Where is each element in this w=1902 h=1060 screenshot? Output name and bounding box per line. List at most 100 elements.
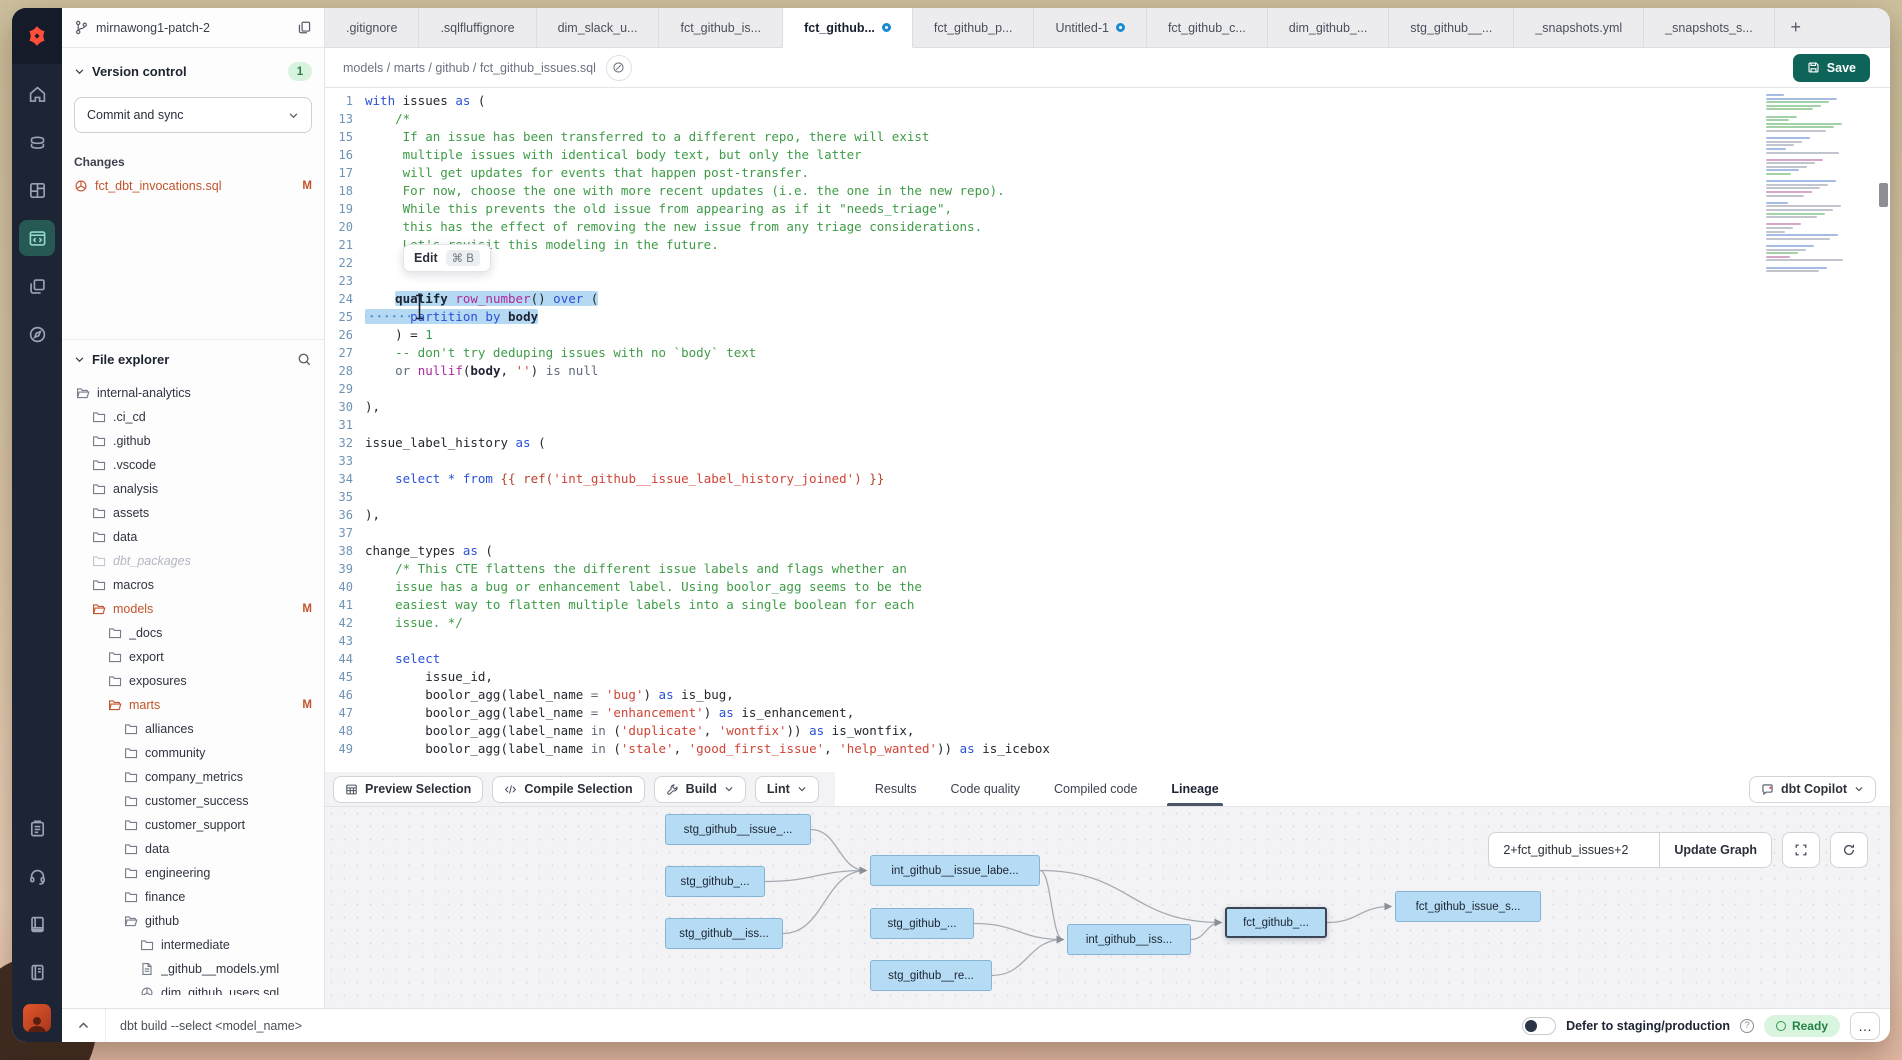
help-icon[interactable]: ? xyxy=(1740,1019,1754,1033)
compile-selection-button[interactable]: Compile Selection xyxy=(492,776,644,803)
editor-tab[interactable]: fct_github_c... xyxy=(1147,8,1268,47)
code-line[interactable]: 25 partition by body xyxy=(325,308,1890,326)
code-line[interactable]: 21 Let's revisit this modeling in the fu… xyxy=(325,236,1890,254)
code-line[interactable]: 30), xyxy=(325,398,1890,416)
code-line[interactable]: 32issue_label_history as ( xyxy=(325,434,1890,452)
editor-tab[interactable]: fct_github... xyxy=(783,8,913,48)
code-line[interactable]: 44 select xyxy=(325,650,1890,668)
status-badge[interactable]: Ready xyxy=(1764,1015,1840,1037)
file-tree-item[interactable]: github xyxy=(74,909,312,933)
search-icon[interactable] xyxy=(297,352,312,367)
result-tab[interactable]: Compiled code xyxy=(1054,772,1137,806)
file-tree-item[interactable]: finance xyxy=(74,885,312,909)
clipboard-icon[interactable] xyxy=(19,810,55,846)
breadcrumb[interactable]: models / marts / github / fct_github_iss… xyxy=(343,61,596,75)
windows-icon[interactable] xyxy=(19,268,55,304)
code-line[interactable]: 40 issue has a bug or enhancement label.… xyxy=(325,578,1890,596)
minimap[interactable] xyxy=(1766,94,1866,274)
lint-button[interactable]: Lint xyxy=(755,776,819,803)
compass-icon[interactable] xyxy=(19,316,55,352)
editor-tab[interactable]: fct_github_is... xyxy=(659,8,783,47)
file-tree-item[interactable]: dim_github_users.sql xyxy=(74,981,312,995)
code-line[interactable]: 1with issues as ( xyxy=(325,92,1890,110)
code-line[interactable]: 24 qualify row_number() over ( xyxy=(325,290,1890,308)
file-tree-item[interactable]: _docs xyxy=(74,621,312,645)
code-line[interactable]: 36), xyxy=(325,506,1890,524)
code-line[interactable]: 46 boolor_agg(label_name = 'bug') as is_… xyxy=(325,686,1890,704)
code-line[interactable]: 27 -- don't try deduping issues with no … xyxy=(325,344,1890,362)
editor-tab[interactable]: fct_github_p... xyxy=(913,8,1035,47)
new-tab-button[interactable]: + xyxy=(1775,8,1817,47)
code-line[interactable]: 29 xyxy=(325,380,1890,398)
file-tree-item[interactable]: dbt_packages xyxy=(74,549,312,573)
file-tree-item[interactable]: intermediate xyxy=(74,933,312,957)
file-tree-item[interactable]: macros xyxy=(74,573,312,597)
lineage-node[interactable]: fct_github_... xyxy=(1225,907,1327,938)
code-editor[interactable]: 1with issues as (13 /*15 If an issue has… xyxy=(325,88,1890,772)
dbt-logo[interactable] xyxy=(12,8,62,64)
code-line[interactable]: 23 xyxy=(325,272,1890,290)
file-tree-item[interactable]: .vscode xyxy=(74,453,312,477)
code-line[interactable]: 19 While this prevents the old issue fro… xyxy=(325,200,1890,218)
file-tree-item[interactable]: exposures xyxy=(74,669,312,693)
book-icon[interactable] xyxy=(19,906,55,942)
editor-tab[interactable]: Untitled-1 xyxy=(1034,8,1147,47)
save-button[interactable]: Save xyxy=(1793,54,1870,82)
lineage-node[interactable]: int_github__issue_labe... xyxy=(870,855,1040,886)
notebook-icon[interactable] xyxy=(19,954,55,990)
lineage-node[interactable]: stg_github__issue_... xyxy=(665,814,811,845)
result-tab[interactable]: Lineage xyxy=(1171,772,1218,806)
grid-icon[interactable] xyxy=(19,172,55,208)
fullscreen-icon[interactable] xyxy=(1782,832,1820,868)
home-icon[interactable] xyxy=(19,76,55,112)
code-line[interactable]: 31 xyxy=(325,416,1890,434)
code-line[interactable]: 22 xyxy=(325,254,1890,272)
file-tree-item[interactable]: martsM xyxy=(74,693,312,717)
file-explorer-header[interactable]: File explorer xyxy=(74,352,312,367)
file-tree-item[interactable]: customer_support xyxy=(74,813,312,837)
editor-tab[interactable]: dim_github_... xyxy=(1268,8,1390,47)
code-line[interactable]: 42 issue. */ xyxy=(325,614,1890,632)
lineage-node[interactable]: stg_github__re... xyxy=(870,960,992,991)
code-line[interactable]: 15 If an issue has been transferred to a… xyxy=(325,128,1890,146)
code-line[interactable]: 13 /* xyxy=(325,110,1890,128)
code-line[interactable]: 28 or nullif(body, '') is null xyxy=(325,362,1890,380)
file-tree-item[interactable]: internal-analytics xyxy=(74,381,312,405)
file-tree-item[interactable]: .ci_cd xyxy=(74,405,312,429)
branch-name[interactable]: mirnawong1-patch-2 xyxy=(96,21,290,35)
file-tree-item[interactable]: data xyxy=(74,837,312,861)
more-options-button[interactable]: … xyxy=(1850,1012,1880,1040)
file-tree-item[interactable]: .github xyxy=(74,429,312,453)
build-button[interactable]: Build xyxy=(654,776,746,803)
code-line[interactable]: 43 xyxy=(325,632,1890,650)
code-line[interactable]: 18 For now, choose the one with more rec… xyxy=(325,182,1890,200)
file-tree-item[interactable]: engineering xyxy=(74,861,312,885)
code-line[interactable]: 41 easiest way to flatten multiple label… xyxy=(325,596,1890,614)
file-tree-item[interactable]: data xyxy=(74,525,312,549)
code-line[interactable]: 17 will get updates for events that happ… xyxy=(325,164,1890,182)
lineage-panel[interactable]: stg_github__issue_... stg_github_... stg_g… xyxy=(325,807,1890,1008)
editor-tab[interactable]: _snapshots.yml xyxy=(1514,8,1644,47)
view-docs-icon[interactable] xyxy=(606,55,632,81)
update-graph-button[interactable]: Update Graph xyxy=(1659,833,1771,867)
code-line[interactable]: 48 boolor_agg(label_name in ('duplicate'… xyxy=(325,722,1890,740)
file-tree-item[interactable]: alliances xyxy=(74,717,312,741)
stack-icon[interactable] xyxy=(19,124,55,160)
file-tree-item[interactable]: export xyxy=(74,645,312,669)
dbt-copilot-button[interactable]: dbt Copilot xyxy=(1749,776,1876,803)
code-line[interactable]: 37 xyxy=(325,524,1890,542)
file-tree-item[interactable]: modelsM xyxy=(74,597,312,621)
commit-and-sync-dropdown[interactable]: Commit and sync xyxy=(74,97,312,133)
code-line[interactable]: 39 /* This CTE flattens the different is… xyxy=(325,560,1890,578)
lineage-node[interactable]: stg_github__iss... xyxy=(665,918,783,949)
preview-selection-button[interactable]: Preview Selection xyxy=(333,776,483,803)
lineage-node[interactable]: stg_github_... xyxy=(665,866,765,897)
lineage-node[interactable]: fct_github_issue_s... xyxy=(1395,891,1541,922)
editor-tab[interactable]: _snapshots_s... xyxy=(1644,8,1775,47)
code-line[interactable]: 47 boolor_agg(label_name = 'enhancement'… xyxy=(325,704,1890,722)
code-line[interactable]: 26 ) = 1 xyxy=(325,326,1890,344)
code-line[interactable]: 45 issue_id, xyxy=(325,668,1890,686)
editor-tab[interactable]: .gitignore xyxy=(325,8,419,47)
file-tree-item[interactable]: _github__models.yml xyxy=(74,957,312,981)
file-tree-item[interactable]: customer_success xyxy=(74,789,312,813)
